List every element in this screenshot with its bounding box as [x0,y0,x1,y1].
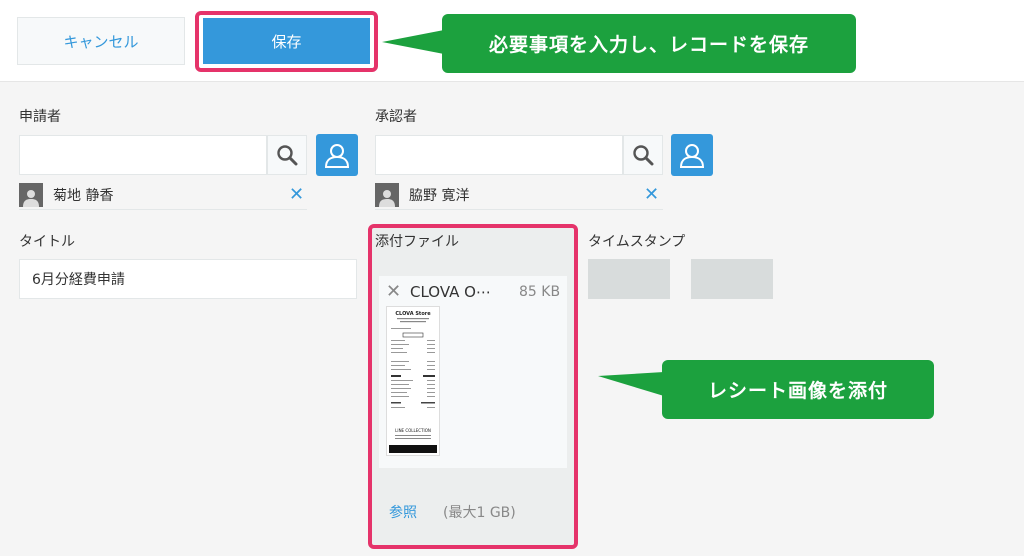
avatar [375,183,399,207]
browse-link[interactable]: 参照 [389,502,417,522]
person-icon [23,190,39,207]
timestamp-label: タイムスタンプ [588,234,686,250]
search-icon [277,145,298,166]
callout-arrow-receipt [598,372,664,396]
person-icon [679,144,705,168]
approver-selected-user: 脇野 寛洋 [375,183,663,210]
receipt-thumbnail[interactable]: CLOVA Store LINE COLLECTION [386,306,440,456]
attachment-file-size: 85 KB [519,284,561,300]
receipt-footer-text: LINE COLLECTION [395,428,431,433]
applicant-selected-user: 菊地 静香 [19,183,307,210]
attachment-file-name[interactable]: CLOVA O⋯ [410,283,491,301]
applicant-remove-icon[interactable]: ✕ [289,184,304,205]
approver-remove-icon[interactable]: ✕ [644,184,659,205]
title-label: タイトル [19,234,75,250]
approver-user-picker-button[interactable] [671,134,713,176]
person-icon [324,144,350,168]
timestamp-time-field[interactable] [691,259,773,299]
receipt-image: CLOVA Store LINE COLLECTION [389,311,437,453]
search-icon [633,145,654,166]
approver-label: 承認者 [375,109,417,125]
timestamp-date-field[interactable] [588,259,670,299]
callout-arrow-save [382,30,444,54]
approver-user-name: 脇野 寛洋 [409,188,470,204]
callout-save-note: 必要事項を入力し、レコードを保存 [442,14,856,73]
cancel-button[interactable]: キャンセル [17,17,185,65]
applicant-search-input[interactable] [19,135,267,175]
avatar [19,183,43,207]
callout-receipt-note: レシート画像を添付 [662,360,934,419]
approver-search-input[interactable] [375,135,623,175]
applicant-label: 申請者 [19,109,61,125]
approver-search-button[interactable] [623,135,663,175]
max-size-note: (最大1 GB) [443,505,516,521]
person-icon [379,190,395,207]
applicant-user-name: 菊地 静香 [53,188,114,204]
applicant-user-picker-button[interactable] [316,134,358,176]
applicant-search-button[interactable] [267,135,307,175]
receipt-store-logo: CLOVA Store [395,311,431,317]
title-input[interactable]: 6月分経費申請 [19,259,357,299]
attachment-label: 添付ファイル [375,234,459,250]
save-button[interactable]: 保存 [203,18,370,64]
remove-file-icon[interactable]: ✕ [386,281,401,302]
